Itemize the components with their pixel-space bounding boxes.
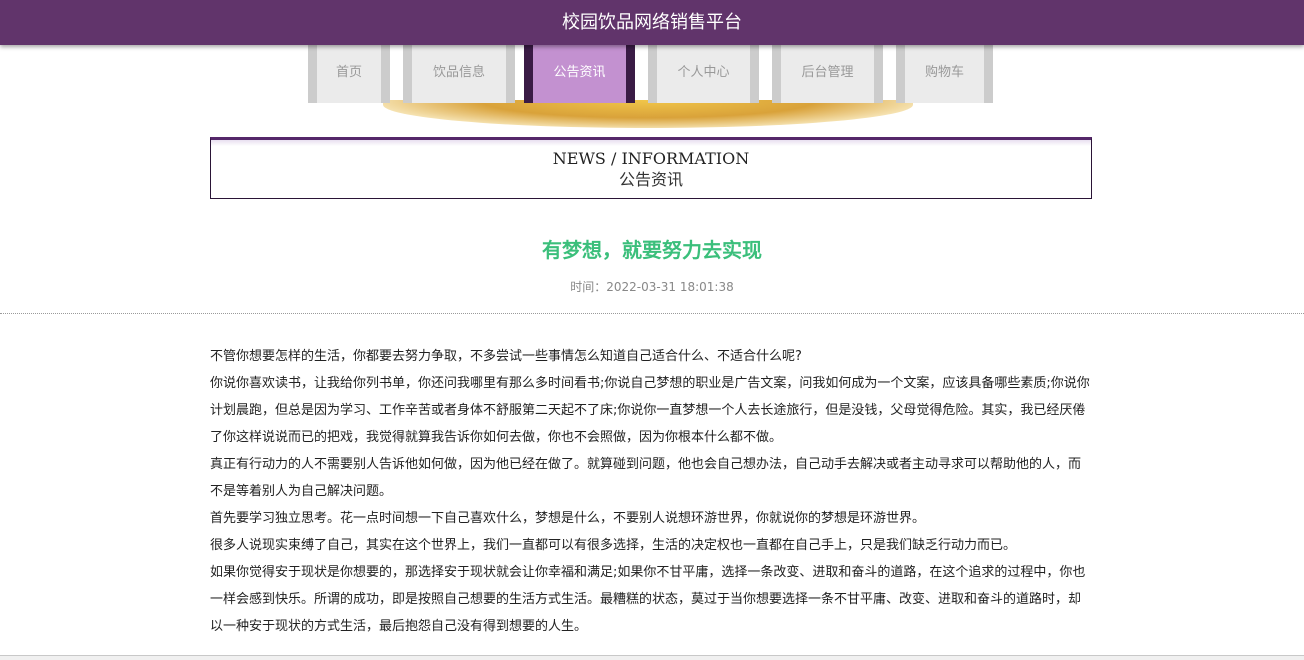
nav-drink-info[interactable]: 饮品信息	[403, 45, 515, 103]
section-header: NEWS / INFORMATION 公告资讯	[210, 137, 1092, 199]
article-paragraph: 如果你觉得安于现状是你想要的，那选择安于现状就会让你幸福和满足;如果你不甘平庸，…	[210, 565, 1086, 634]
article-title: 有梦想，就要努力去实现	[542, 238, 762, 262]
site-title: 校园饮品网络销售平台	[562, 12, 742, 33]
article-paragraph: 不管你想要怎样的生活，你都要去努力争取，不多尝试一些事情怎么知道自己适合什么、不…	[210, 349, 802, 364]
main-nav: 首页 饮品信息 公告资讯 个人中心 后台管理 购物车	[0, 45, 1304, 103]
nav-home[interactable]: 首页	[308, 45, 390, 103]
top-header-bar: 校园饮品网络销售平台	[0, 0, 1304, 45]
section-title-cn: 公告资讯	[618, 170, 683, 189]
nav-admin[interactable]: 后台管理	[772, 45, 883, 103]
nav-user-center[interactable]: 个人中心	[648, 45, 759, 103]
article-paragraph: 首先要学习独立思考。花一点时间想一下自己喜欢什么，梦想是什么，不要别人说想环游世…	[210, 511, 926, 526]
article-time: 时间：2022-03-31 18:01:38	[570, 280, 734, 294]
horizontal-scrollbar[interactable]	[0, 655, 1304, 660]
section-title-en: NEWS / INFORMATION	[552, 149, 750, 168]
article-body: 不管你想要怎样的生活，你都要去努力争取，不多尝试一些事情怎么知道自己适合什么、不…	[210, 343, 1092, 640]
article-paragraph: 真正有行动力的人不需要别人告诉他如何做，因为他已经在做了。就算碰到问题，他也会自…	[210, 457, 1082, 499]
banner-image	[383, 100, 913, 128]
nav-cart[interactable]: 购物车	[896, 45, 993, 103]
divider	[0, 313, 1304, 314]
article-paragraph: 你说你喜欢读书，让我给你列书单，你还问我哪里有那么多时间看书;你说自己梦想的职业…	[210, 376, 1090, 445]
nav-announcements[interactable]: 公告资讯	[524, 45, 635, 103]
article-paragraph: 很多人说现实束缚了自己，其实在这个世界上，我们一直都可以有很多选择，生活的决定权…	[210, 538, 1017, 553]
